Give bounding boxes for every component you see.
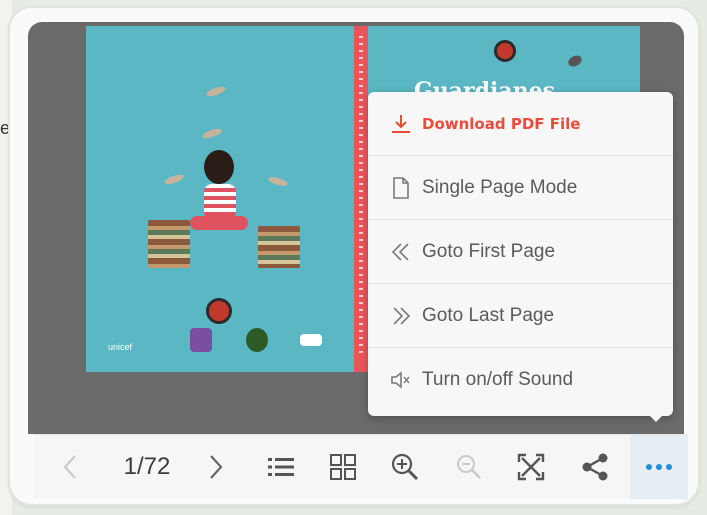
goto-first-page-menu-item[interactable]: Goto First Page — [368, 220, 673, 284]
double-chevron-right-icon — [388, 304, 414, 328]
more-options-button[interactable] — [630, 435, 688, 499]
toggle-sound-menu-item[interactable]: Turn on/off Sound — [368, 348, 673, 412]
table-of-contents-button[interactable] — [258, 435, 304, 499]
zoom-out-icon — [457, 455, 481, 479]
girl-illustration-head — [204, 150, 234, 184]
double-chevron-left-icon — [388, 240, 414, 264]
bird-illustration — [201, 127, 223, 140]
menu-item-label: Turn on/off Sound — [422, 369, 574, 390]
background-text: e — [0, 118, 11, 138]
more-dots-icon — [646, 464, 672, 470]
download-pdf-menu-item[interactable]: Download PDF File — [368, 92, 673, 156]
more-options-menu: Download PDF File Single Page Mode Goto … — [368, 92, 673, 416]
fullscreen-button[interactable] — [508, 435, 554, 499]
chevron-right-icon — [210, 455, 223, 479]
book-stack-illustration — [148, 220, 190, 268]
unicef-logo: unicef — [108, 342, 133, 352]
book-spine — [354, 26, 368, 372]
zoom-in-button[interactable] — [382, 435, 428, 499]
girl-illustration-legs — [190, 216, 248, 230]
emblem-logo — [494, 40, 516, 62]
share-icon — [582, 453, 608, 481]
bird-illustration — [163, 173, 185, 186]
viewer-toolbar: 1/72 — [34, 434, 688, 499]
menu-item-label: Goto First Page — [422, 240, 556, 262]
menu-pointer — [646, 412, 666, 422]
zoom-out-button[interactable] — [446, 435, 492, 499]
next-page-button[interactable] — [196, 435, 236, 499]
bird-illustration — [205, 85, 227, 98]
menu-item-label: Single Page Mode — [422, 176, 578, 198]
bird-illustration — [267, 174, 289, 189]
book-stack-illustration — [258, 226, 300, 268]
spine-text — [359, 36, 363, 356]
share-button[interactable] — [572, 435, 618, 499]
speaker-icon — [388, 368, 414, 392]
download-icon — [388, 112, 414, 136]
page-counter[interactable]: 1/72 — [112, 435, 182, 499]
thumbnails-button[interactable] — [320, 435, 366, 499]
partner-logo — [246, 328, 268, 352]
emblem-logo — [206, 298, 232, 324]
girl-illustration-body — [204, 184, 236, 220]
fullscreen-icon — [517, 453, 545, 481]
menu-item-label: Download PDF File — [422, 114, 581, 133]
partner-logo — [190, 328, 212, 352]
list-icon — [268, 458, 294, 476]
book-back-cover: unicef — [86, 26, 354, 372]
previous-page-button[interactable] — [50, 435, 90, 499]
zoom-in-icon — [391, 453, 419, 481]
menu-item-label: Goto Last Page — [422, 304, 555, 326]
partner-logo — [300, 334, 322, 346]
goto-last-page-menu-item[interactable]: Goto Last Page — [368, 284, 673, 348]
single-page-mode-menu-item[interactable]: Single Page Mode — [368, 156, 673, 220]
chevron-left-icon — [63, 455, 76, 479]
grid-icon — [330, 454, 356, 480]
bird-illustration — [566, 54, 584, 68]
single-page-icon — [388, 176, 414, 200]
